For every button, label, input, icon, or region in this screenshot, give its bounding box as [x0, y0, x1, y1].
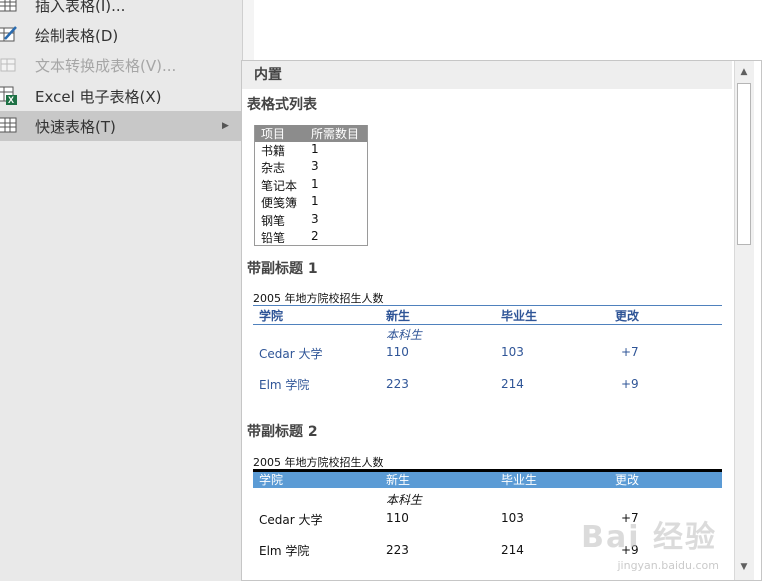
- menu-item-text-to-table[interactable]: 文本转换成表格(V)...: [0, 50, 242, 80]
- table-subtitle: 本科生: [386, 328, 423, 342]
- header-cell: 新生: [386, 473, 411, 487]
- table-menu: 插入表格(I)... 绘制表格(D) 文本转换成表格(V)... X Excel…: [0, 0, 255, 581]
- document-area[interactable]: [254, 0, 762, 60]
- scrollbar-thumb[interactable]: [737, 83, 751, 245]
- menu-item-label: Excel 电子表格(X): [35, 87, 162, 106]
- cell: 1: [311, 142, 319, 156]
- header-cell: 新生: [386, 309, 411, 323]
- table-caption: 2005 年地方院校招生人数: [253, 456, 384, 469]
- cell: Cedar 大学: [259, 513, 323, 527]
- cell: 110: [386, 345, 409, 359]
- cell: 铅笔: [261, 230, 286, 245]
- scroll-up-icon[interactable]: ▲: [735, 63, 753, 81]
- scroll-down-icon[interactable]: ▼: [735, 558, 753, 576]
- vertical-scrollbar[interactable]: ▲ ▼: [734, 61, 754, 580]
- menu-item-insert-table[interactable]: 插入表格(I)...: [0, 0, 242, 20]
- cell: 223: [386, 543, 409, 557]
- header-cell: 项目: [261, 127, 286, 141]
- table-row: 笔记本 1: [255, 177, 367, 194]
- table-caption: 2005 年地方院校招生人数: [253, 292, 384, 305]
- menu-item-label: 快速表格(T): [35, 117, 116, 136]
- cell: 书籍: [261, 144, 286, 158]
- cell: +7: [621, 345, 639, 359]
- cell: 214: [501, 377, 524, 391]
- cell: 笔记本: [261, 178, 298, 193]
- cell: 3: [311, 159, 319, 174]
- table-row: 铅笔 2: [255, 229, 367, 246]
- table-row: 钢笔 3: [255, 212, 367, 229]
- cell: 2: [311, 228, 319, 243]
- section-title-subheading-2: 带副标题 2: [247, 424, 318, 440]
- menu-item-draw-table[interactable]: 绘制表格(D): [0, 20, 242, 50]
- table-row: 便笺簿 1: [255, 194, 367, 211]
- table-row: 书籍 1: [255, 142, 367, 159]
- menu-item-quick-tables[interactable]: 快速表格(T) ▶: [0, 111, 242, 141]
- cell: 103: [501, 345, 524, 359]
- table-row: 杂志 3: [255, 159, 367, 176]
- header-cell: 所需数目: [311, 127, 360, 141]
- cell: 103: [501, 511, 524, 525]
- menu-item-label: 文本转换成表格(V)...: [35, 56, 177, 75]
- cell: 钢笔: [261, 213, 286, 228]
- cell: Elm 学院: [259, 544, 310, 558]
- watermark-url: jingyan.baidu.com: [617, 559, 719, 572]
- menu-item-label: 绘制表格(D): [35, 26, 119, 45]
- draw-table-icon: [0, 25, 20, 45]
- submenu-arrow-icon: ▶: [222, 121, 229, 131]
- table-grid-icon: [0, 0, 20, 15]
- cell: 1: [311, 176, 319, 191]
- table-grid-icon: [0, 116, 20, 136]
- quick-tables-gallery: 内置 表格式列表 项目 所需数目 书籍 1 杂志 3 笔记本 1 便笺簿 1 钢笔 3 铅…: [241, 60, 762, 581]
- gallery-header: 内置: [242, 61, 732, 89]
- cell: 214: [501, 543, 524, 557]
- cell: 杂志: [261, 161, 286, 176]
- header-cell: 毕业生: [501, 473, 538, 487]
- header-cell: 毕业生: [501, 309, 538, 323]
- menu-item-label: 插入表格(I)...: [35, 0, 126, 15]
- tabular-list-preview[interactable]: 项目 所需数目 书籍 1 杂志 3 笔记本 1 便笺簿 1 钢笔 3 铅笔 2: [254, 125, 368, 246]
- cell: +9: [621, 377, 639, 391]
- table-subtitle: 本科生: [386, 493, 423, 507]
- menu-item-excel-spreadsheet[interactable]: X Excel 电子表格(X): [0, 81, 242, 111]
- header-cell: 更改: [615, 309, 640, 323]
- cell: 便笺簿: [261, 196, 298, 211]
- header-cell: 学院: [259, 473, 284, 487]
- section-title-tabular-list: 表格式列表: [247, 97, 317, 113]
- svg-text:X: X: [8, 95, 14, 105]
- cell: Cedar 大学: [259, 347, 323, 361]
- table-header: [253, 305, 722, 325]
- cell: 223: [386, 377, 409, 391]
- header-cell: 学院: [259, 309, 284, 323]
- table-header: 项目 所需数目: [255, 125, 367, 142]
- excel-icon: X: [0, 86, 20, 106]
- watermark-logo: Bai 经验: [581, 520, 717, 555]
- table-header: [253, 469, 722, 488]
- cell: Elm 学院: [259, 378, 310, 392]
- section-title-subheading-1: 带副标题 1: [247, 261, 318, 277]
- cell: 110: [386, 511, 409, 525]
- header-cell: 更改: [615, 473, 640, 487]
- text-to-table-icon: [0, 55, 20, 75]
- cell: 3: [311, 211, 319, 226]
- cell: 1: [311, 194, 319, 209]
